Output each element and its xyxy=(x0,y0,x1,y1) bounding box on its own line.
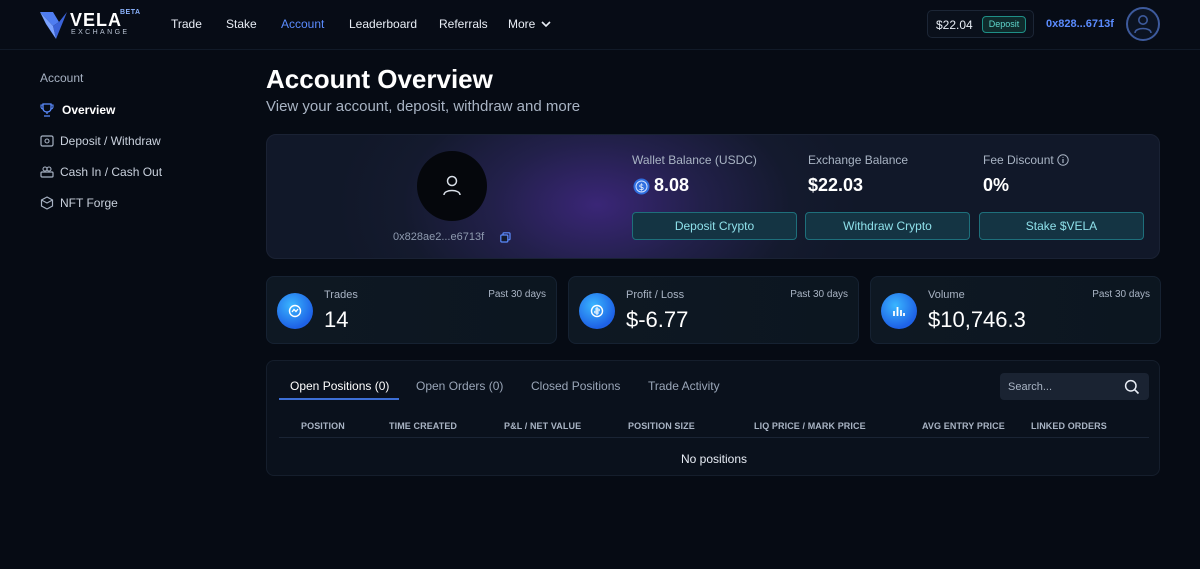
trades-badge xyxy=(277,293,313,329)
exchange-balance-value: $22.03 xyxy=(808,175,864,195)
nav-leaderboard[interactable]: Leaderboard xyxy=(349,17,417,31)
column-header-pnl: P&L / NET VALUE xyxy=(504,421,582,431)
tab-trade-activity[interactable]: Trade Activity xyxy=(648,379,720,393)
metric-label: Profit / Loss xyxy=(626,289,685,301)
sidebar-title: Account xyxy=(40,71,84,85)
cash-icon xyxy=(40,166,54,178)
positions-search[interactable] xyxy=(1000,373,1149,400)
nav-stake[interactable]: Stake xyxy=(226,17,257,31)
tab-closed-positions[interactable]: Closed Positions xyxy=(531,379,620,393)
sidebar-item-label: Deposit / Withdraw xyxy=(60,134,161,148)
user-icon xyxy=(1134,15,1152,34)
sidebar-item-label: NFT Forge xyxy=(60,196,118,210)
copy-icon[interactable] xyxy=(500,232,511,243)
profile-avatar-button[interactable] xyxy=(1126,7,1160,41)
metric-period: Past 30 days xyxy=(488,289,546,300)
column-header-time-created: TIME CREATED xyxy=(389,421,458,431)
account-overview-card: 0x828ae2...e6713f Wallet Balance (USDC) … xyxy=(266,134,1160,259)
volume-badge xyxy=(881,293,917,329)
metric-period: Past 30 days xyxy=(1092,289,1150,300)
active-tab-underline xyxy=(279,398,399,400)
empty-state-message: No positions xyxy=(680,452,748,466)
profit-loss-icon xyxy=(590,304,604,318)
page-title: Account Overview xyxy=(266,64,493,94)
logo-wordmark: VELA xyxy=(70,10,123,30)
column-header-avg-entry-price: AVG ENTRY PRICE xyxy=(922,421,1005,431)
metric-value: $10,746.3 xyxy=(928,307,1026,332)
nav-trade[interactable]: Trade xyxy=(171,17,202,31)
profit-loss-badge xyxy=(579,293,615,329)
column-header-linked-orders: LINKED ORDERS xyxy=(1031,421,1107,431)
wallet-address-button[interactable]: 0x828...6713f xyxy=(1046,18,1114,30)
trophy-icon xyxy=(40,103,54,117)
tab-open-positions[interactable]: Open Positions (0) xyxy=(290,379,389,393)
fee-discount-value: 0% xyxy=(983,175,1010,195)
metric-label: Trades xyxy=(324,289,358,301)
nav-more[interactable]: More xyxy=(508,17,535,31)
hexagon-icon xyxy=(40,196,54,210)
account-address: 0x828ae2...e6713f xyxy=(393,231,485,243)
metric-card-volume: Volume Past 30 days $10,746.3 xyxy=(870,276,1161,344)
top-bar: VELA EXCHANGE BETA Trade Stake Account L… xyxy=(0,0,1200,50)
user-icon xyxy=(443,175,461,196)
vela-logo[interactable]: VELA EXCHANGE BETA xyxy=(40,9,141,40)
account-avatar xyxy=(417,151,487,221)
beta-badge: BETA xyxy=(120,9,141,16)
metric-period: Past 30 days xyxy=(790,289,848,300)
sidebar-item-label: Overview xyxy=(62,103,116,117)
exchange-balance-label: Exchange Balance xyxy=(808,153,909,167)
usdc-coin-icon: $ xyxy=(633,178,650,195)
nav-account[interactable]: Account xyxy=(281,17,324,31)
balance-widget: $22.04 Deposit xyxy=(927,10,1034,38)
trades-icon xyxy=(288,304,302,318)
wallet-balance-value: 8.08 xyxy=(654,175,690,195)
search-input[interactable] xyxy=(1008,379,1118,394)
table-divider xyxy=(279,437,1149,438)
column-header-position-size: POSITION SIZE xyxy=(628,421,695,431)
positions-panel: Open Positions (0) Open Orders (0) Close… xyxy=(266,360,1160,476)
sidebar-item-label: Cash In / Cash Out xyxy=(60,165,163,179)
metric-value: $-6.77 xyxy=(626,307,689,332)
wallet-icon xyxy=(40,135,54,147)
column-header-position: POSITION xyxy=(301,421,345,431)
column-header-liq-mark-price: LIQ PRICE / MARK PRICE xyxy=(754,421,866,431)
chevron-down-icon[interactable] xyxy=(540,18,552,30)
nav-referrals[interactable]: Referrals xyxy=(439,17,488,31)
header-deposit-button[interactable]: Deposit xyxy=(982,16,1026,33)
metric-label: Volume xyxy=(928,289,965,301)
tab-open-orders[interactable]: Open Orders (0) xyxy=(416,379,503,393)
fee-discount-label: Fee Discount xyxy=(983,153,1054,167)
metric-card-trades: Trades Past 30 days 14 xyxy=(266,276,557,344)
metric-value: 14 xyxy=(324,307,349,332)
withdraw-crypto-button[interactable]: Withdraw Crypto xyxy=(805,212,970,240)
metric-card-profit-loss: Profit / Loss Past 30 days $-6.77 xyxy=(568,276,859,344)
info-icon[interactable] xyxy=(1057,154,1069,166)
vela-logo-mark-icon xyxy=(40,12,67,39)
page-subtitle: View your account, deposit, withdraw and… xyxy=(266,98,581,115)
stake-vela-button[interactable]: Stake $VELA xyxy=(979,212,1144,240)
header-balance: $22.04 xyxy=(936,18,973,32)
search-icon[interactable] xyxy=(1124,379,1140,395)
wallet-balance-label: Wallet Balance (USDC) xyxy=(632,153,757,167)
bar-chart-icon xyxy=(893,307,905,316)
svg-text:$: $ xyxy=(639,183,645,193)
deposit-crypto-button[interactable]: Deposit Crypto xyxy=(632,212,797,240)
logo-subtitle: EXCHANGE xyxy=(71,29,130,36)
